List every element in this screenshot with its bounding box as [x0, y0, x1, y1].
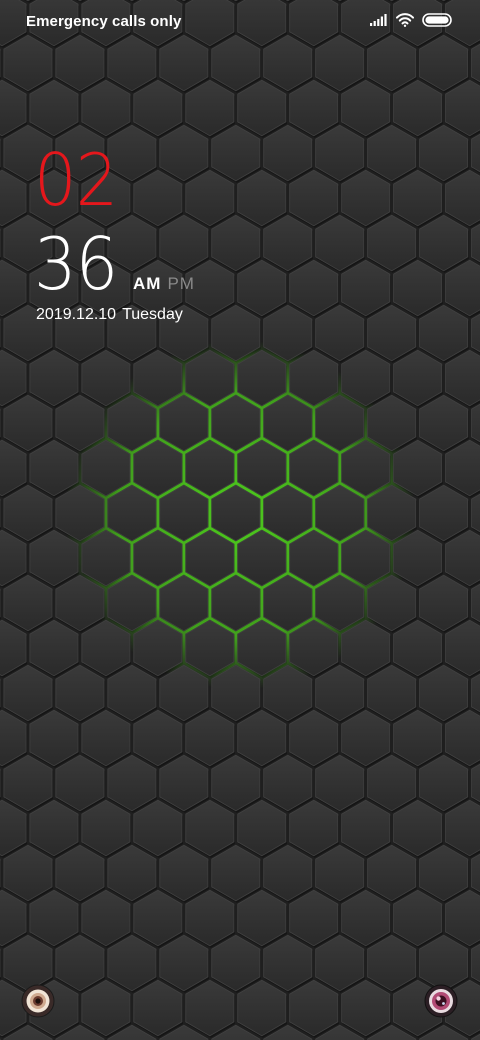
am-label: AM	[133, 274, 162, 293]
weekday-text: Tuesday	[122, 306, 183, 323]
status-bar: Emergency calls only	[0, 0, 480, 44]
clock-minute: 36	[34, 222, 118, 306]
clock-hour: 02	[34, 138, 118, 222]
battery-icon	[422, 12, 452, 32]
carrier-text: Emergency calls only	[26, 13, 182, 30]
camera-shortcut-icon	[424, 984, 458, 1018]
lens-shortcut-icon	[21, 984, 55, 1018]
wifi-icon	[396, 12, 414, 32]
lens-shortcut-button[interactable]	[21, 984, 55, 1018]
signal-icon	[370, 13, 388, 31]
pm-label: PM	[167, 274, 195, 293]
status-icons	[370, 12, 452, 32]
am-pm-indicator: AM PM	[133, 274, 195, 294]
camera-shortcut-button[interactable]	[424, 984, 458, 1018]
date-text: 2019.12.10	[36, 306, 117, 323]
date-line: 2019.12.10 Tuesday	[36, 306, 183, 324]
